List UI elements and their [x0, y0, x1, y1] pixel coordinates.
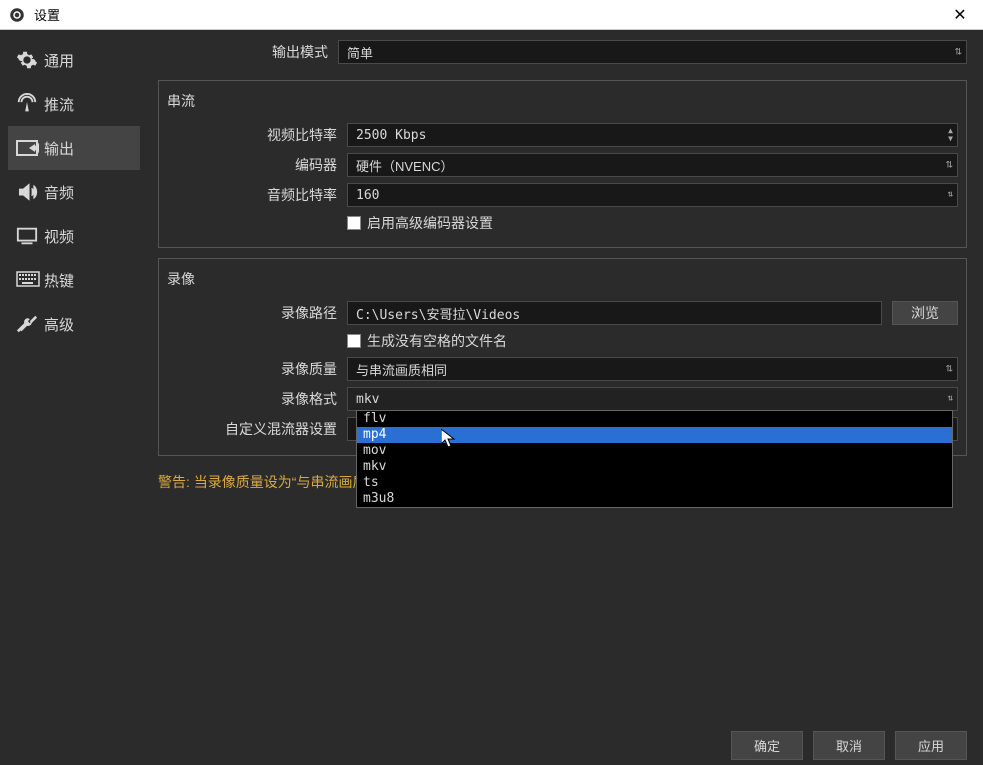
recording-format-row: 录像格式 mkv ⇅ flv mp4 mov mkv ts m3u8 [167, 387, 958, 411]
no-space-label: 生成没有空格的文件名 [367, 331, 507, 351]
settings-window: 设置 ✕ 通用 推流 输出 [0, 0, 983, 765]
recording-path-input[interactable]: C:\Users\安哥拉\Videos [347, 301, 882, 325]
recording-format-select[interactable]: mkv ⇅ [347, 387, 958, 411]
output-mode-label: 输出模式 [158, 42, 338, 62]
recording-path-label: 录像路径 [167, 303, 347, 323]
sidebar-item-label: 高级 [44, 314, 74, 335]
main-area: 通用 推流 输出 音频 [0, 30, 983, 725]
tools-icon [16, 312, 44, 336]
recording-group-title: 录像 [167, 267, 958, 291]
recording-quality-label: 录像质量 [167, 359, 347, 379]
recording-group: 录像 录像路径 C:\Users\安哥拉\Videos 浏览 [158, 258, 967, 456]
output-mode-select[interactable]: 简单 ⇅ [338, 40, 967, 64]
app-icon [8, 6, 26, 24]
sidebar-item-stream[interactable]: 推流 [8, 82, 140, 126]
format-option-mov[interactable]: mov [357, 443, 952, 459]
no-space-row: 生成没有空格的文件名 [167, 331, 958, 351]
output-mode-value: 简单 [347, 43, 373, 62]
advanced-encoder-checkbox[interactable] [347, 216, 361, 230]
recording-path-row: 录像路径 C:\Users\安哥拉\Videos 浏览 [167, 301, 958, 325]
footer: 确定 取消 应用 [0, 725, 983, 765]
muxer-label: 自定义混流器设置 [167, 419, 347, 439]
sidebar-item-output[interactable]: 输出 [8, 126, 140, 170]
chevron-updown-icon: ⇅ [945, 365, 953, 374]
sidebar-item-label: 音频 [44, 182, 74, 203]
apply-button[interactable]: 应用 [895, 731, 967, 760]
chevron-updown-icon: ⇅ [948, 395, 953, 404]
cancel-button[interactable]: 取消 [813, 731, 885, 760]
spinner-arrows-icon[interactable]: ▲▼ [948, 127, 953, 143]
video-bitrate-row: 视频比特率 2500 Kbps ▲▼ [167, 123, 958, 147]
sidebar-item-label: 通用 [44, 50, 74, 71]
video-bitrate-label: 视频比特率 [167, 125, 347, 145]
speaker-icon [16, 180, 44, 204]
recording-quality-row: 录像质量 与串流画质相同 ⇅ [167, 357, 958, 381]
sidebar-item-label: 推流 [44, 94, 74, 115]
output-icon [16, 136, 44, 160]
audio-bitrate-row: 音频比特率 160 ⇅ [167, 183, 958, 207]
broadcast-icon [16, 92, 44, 116]
video-bitrate-value: 2500 Kbps [356, 128, 426, 143]
stream-group-title: 串流 [167, 89, 958, 113]
monitor-icon [16, 224, 44, 248]
gear-icon [16, 48, 44, 72]
audio-bitrate-label: 音频比特率 [167, 185, 347, 205]
keyboard-icon [16, 268, 44, 292]
browse-button[interactable]: 浏览 [892, 301, 958, 325]
advanced-encoder-row: 启用高级编码器设置 [167, 213, 958, 233]
format-option-m3u8[interactable]: m3u8 [357, 491, 952, 507]
recording-format-dropdown: flv mp4 mov mkv ts m3u8 [356, 410, 953, 508]
sidebar-item-advanced[interactable]: 高级 [8, 302, 140, 346]
sidebar-item-label: 视频 [44, 226, 74, 247]
recording-quality-select[interactable]: 与串流画质相同 ⇅ [347, 357, 958, 381]
sidebar-item-label: 输出 [44, 138, 74, 159]
sidebar: 通用 推流 输出 音频 [0, 30, 148, 725]
audio-bitrate-value: 160 [356, 188, 379, 203]
chevron-updown-icon: ⇅ [948, 191, 953, 200]
format-option-ts[interactable]: ts [357, 475, 952, 491]
recording-path-value: C:\Users\安哥拉\Videos [356, 304, 520, 323]
encoder-label: 编码器 [167, 155, 347, 175]
video-bitrate-spinbox[interactable]: 2500 Kbps ▲▼ [347, 123, 958, 147]
close-button[interactable]: ✕ [945, 5, 975, 25]
encoder-value: 硬件（NVENC） [356, 156, 454, 175]
recording-format-label: 录像格式 [167, 389, 347, 409]
output-mode-row: 输出模式 简单 ⇅ [158, 40, 967, 64]
recording-quality-value: 与串流画质相同 [356, 360, 447, 379]
audio-bitrate-select[interactable]: 160 ⇅ [347, 183, 958, 207]
sidebar-item-label: 热键 [44, 270, 74, 291]
chevron-updown-icon: ⇅ [954, 48, 962, 57]
window-title: 设置 [34, 5, 945, 24]
sidebar-item-hotkeys[interactable]: 热键 [8, 258, 140, 302]
ok-button[interactable]: 确定 [731, 731, 803, 760]
format-option-mkv[interactable]: mkv [357, 459, 952, 475]
format-option-flv[interactable]: flv [357, 411, 952, 427]
content-panel: 输出模式 简单 ⇅ 串流 视频比特率 2500 Kbps ▲▼ [148, 30, 983, 725]
recording-format-value: mkv [356, 392, 379, 407]
encoder-select[interactable]: 硬件（NVENC） ⇅ [347, 153, 958, 177]
sidebar-item-general[interactable]: 通用 [8, 38, 140, 82]
advanced-encoder-label: 启用高级编码器设置 [367, 213, 493, 233]
titlebar: 设置 ✕ [0, 0, 983, 30]
stream-group: 串流 视频比特率 2500 Kbps ▲▼ 编码器 硬件（NVENC） [158, 80, 967, 248]
no-space-checkbox[interactable] [347, 334, 361, 348]
sidebar-item-video[interactable]: 视频 [8, 214, 140, 258]
encoder-row: 编码器 硬件（NVENC） ⇅ [167, 153, 958, 177]
chevron-updown-icon: ⇅ [945, 161, 953, 170]
sidebar-item-audio[interactable]: 音频 [8, 170, 140, 214]
format-option-mp4[interactable]: mp4 [357, 427, 952, 443]
